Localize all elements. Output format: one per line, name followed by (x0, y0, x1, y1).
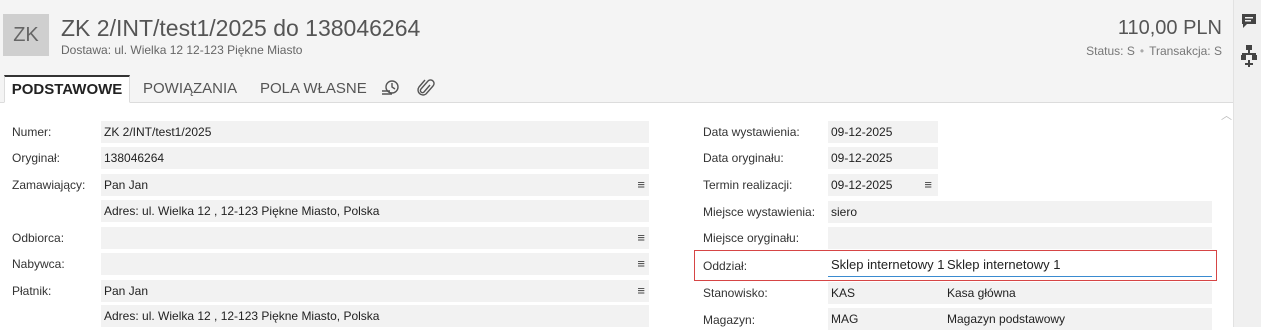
delivery-address: Dostawa: ul. Wielka 12 12-123 Piękne Mia… (61, 43, 303, 57)
numer-label: Numer: (12, 125, 52, 139)
zamawiajacy-address-row: Adres: ul. Wielka 12 , 12-123 Piękne Mia… (101, 200, 649, 222)
status-line: Status: S • Transakcja: S (1086, 44, 1222, 58)
miejsce-oryginalu-label: Miejsce oryginału: (703, 231, 800, 245)
termin-realizacji-label: Termin realizacji: (703, 178, 793, 192)
platnik-field[interactable]: Pan Jan ≡ (101, 280, 649, 302)
oddzial-name: Sklep internetowy 1 (947, 257, 1061, 272)
platnik-address-row: Adres: ul. Wielka 12 , 12-123 Piękne Mia… (101, 305, 649, 327)
document-amount: 110,00 PLN (1117, 17, 1222, 39)
stanowisko-code: KAS (831, 286, 856, 300)
stanowisko-name: Kasa główna (947, 286, 1016, 300)
stanowisko-label: Stanowisko: (703, 286, 768, 300)
termin-realizacji-value: 09-12-2025 (831, 178, 893, 192)
history-icon[interactable] (381, 79, 401, 97)
tab-bar: PODSTAWOWE POWIĄZANIA POLA WŁASNE (0, 75, 1233, 103)
menu-icon[interactable]: ≡ (637, 174, 645, 196)
menu-icon[interactable]: ≡ (637, 280, 645, 302)
miejsce-wystawienia-label: Miejsce wystawienia: (703, 205, 816, 219)
nabywca-label: Nabywca: (12, 257, 65, 271)
comment-icon[interactable] (1240, 12, 1258, 30)
nabywca-field[interactable]: ≡ (101, 253, 649, 275)
oddzial-code: Sklep internetowy 1 (831, 257, 945, 272)
termin-realizacji-field[interactable]: 09-12-2025 ≡ (828, 174, 938, 196)
miejsce-wystawienia-field[interactable]: siero (828, 201, 1212, 223)
data-oryginalu-field[interactable]: 09-12-2025 (828, 147, 938, 169)
oryginal-field[interactable]: 138046264 (101, 147, 649, 169)
data-wystawienia-field[interactable]: 09-12-2025 (828, 121, 938, 143)
numer-field[interactable]: ZK 2/INT/test1/2025 (101, 121, 649, 143)
zamawiajacy-address: Adres: ul. Wielka 12 , 12-123 Piękne Mia… (104, 204, 380, 218)
zamawiajacy-field[interactable]: Pan Jan ≡ (101, 174, 649, 196)
magazyn-label: Magazyn: (703, 313, 756, 327)
menu-icon[interactable]: ≡ (637, 227, 645, 249)
oddzial-label: Oddział: (703, 259, 748, 273)
document-title: ZK 2/INT/test1/2025 do 138046264 (61, 15, 421, 41)
magazyn-code: MAG (831, 312, 859, 326)
right-sidebar (1233, 0, 1261, 327)
transaction-label: Transakcja: (1149, 44, 1211, 58)
oryginal-label: Oryginał: (12, 151, 61, 165)
menu-icon[interactable]: ≡ (924, 174, 932, 196)
oddzial-focus-underline (828, 276, 1212, 277)
transaction-value: S (1213, 44, 1222, 58)
zamawiajacy-label: Zamawiający: (12, 178, 86, 192)
platnik-address: Adres: ul. Wielka 12 , 12-123 Piękne Mia… (104, 309, 380, 323)
platnik-value: Pan Jan (104, 284, 149, 298)
oddzial-field[interactable]: Sklep internetowy 1 Sklep internetowy 1 (828, 254, 1212, 276)
tab-powiazania[interactable]: POWIĄZANIA (143, 75, 237, 102)
document-header: ZK ZK 2/INT/test1/2025 do 138046264 Dost… (0, 0, 1233, 75)
separator-dot: • (1139, 44, 1145, 58)
status-value: S (1126, 44, 1135, 58)
status-label: Status: (1086, 44, 1124, 58)
tree-icon[interactable] (1240, 44, 1258, 68)
paperclip-icon[interactable] (417, 79, 435, 98)
menu-icon[interactable]: ≡ (637, 253, 645, 275)
scroll-up-arrow[interactable]: ︿ (1221, 107, 1232, 123)
miejsce-oryginalu-field[interactable] (828, 227, 1212, 249)
tab-pola-wlasne[interactable]: POLA WŁASNE (260, 75, 367, 102)
odbiorca-label: Odbiorca: (12, 231, 65, 245)
data-oryginalu-label: Data oryginału: (703, 151, 784, 165)
tab-podstawowe[interactable]: PODSTAWOWE (4, 75, 130, 103)
platnik-label: Płatnik: (12, 284, 52, 298)
document-type-badge: ZK (3, 14, 49, 56)
odbiorca-field[interactable]: ≡ (101, 227, 649, 249)
data-wystawienia-label: Data wystawienia: (703, 125, 800, 139)
zamawiajacy-value: Pan Jan (104, 178, 149, 192)
stanowisko-field[interactable]: KAS Kasa główna (828, 282, 1212, 304)
